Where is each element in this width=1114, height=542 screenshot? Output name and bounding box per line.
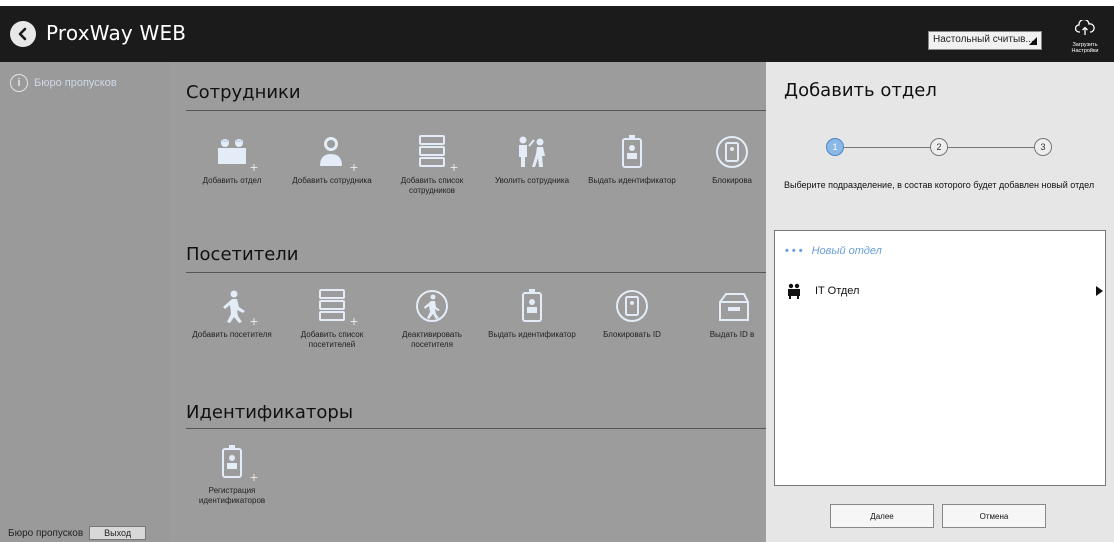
tile-label: Добавить посетителя (192, 330, 272, 339)
step-1: 1 (826, 138, 844, 156)
section-title-visitors: Посетители (186, 244, 299, 265)
deactivate-visitor-icon (412, 288, 452, 326)
tile-label: Уволить сотрудника (494, 176, 570, 185)
department-icon (788, 283, 800, 299)
tile-issue-id-box[interactable]: Выдать ID в (684, 288, 766, 340)
sidebar: i Бюро пропусков Бюро пропусков Выход (0, 62, 170, 542)
add-department-icon: + (212, 134, 258, 174)
dropdown-caret-icon (1029, 37, 1037, 45)
sidebar-item-pass-bureau[interactable]: i Бюро пропусков (10, 74, 117, 92)
next-button[interactable]: Далее (830, 504, 934, 528)
step-2: 2 (930, 138, 948, 156)
panel-hint: Выберите подразделение, в состав которог… (784, 180, 1095, 190)
sidebar-item-label: Бюро пропусков (34, 77, 117, 89)
issue-id-icon (612, 134, 652, 172)
tile-add-department[interactable]: + Добавить отдел (184, 134, 280, 186)
reader-select[interactable]: Настольный считыв... (928, 31, 1042, 50)
top-bar: ProxWay WEB Настольный считыв... Загрузи… (0, 6, 1114, 62)
add-employee-list-icon: + (412, 134, 458, 174)
list-item[interactable]: IT Отдел (787, 281, 1103, 301)
register-id-icon: + (212, 444, 258, 484)
app-window: ProxWay WEB Настольный считыв... Загрузи… (0, 0, 1114, 542)
tile-add-visitor-list[interactable]: + Добавить список посетителей (284, 288, 380, 350)
dismiss-employee-icon (512, 134, 552, 172)
department-list: ••• Новый отдел IT Отдел (774, 230, 1106, 486)
ellipsis-icon: ••• (785, 245, 806, 257)
tile-block-id-visitor[interactable]: Блокировать ID (584, 288, 680, 340)
id-box-icon (712, 288, 752, 326)
tile-label: Блокирова (712, 176, 752, 185)
tile-register-id[interactable]: + Регистрация идентификаторов (184, 444, 280, 506)
panel-title: Добавить отдел (784, 80, 937, 101)
add-visitor-icon: + (212, 288, 258, 328)
step-3: 3 (1034, 138, 1052, 156)
tile-label: Блокировать ID (603, 330, 661, 339)
expand-arrow-icon[interactable] (1096, 286, 1103, 296)
tile-issue-id[interactable]: Выдать идентификатор (584, 134, 680, 186)
add-visitor-list-icon: + (312, 288, 358, 328)
tile-label: Добавить отдел (202, 176, 262, 185)
section-title-identifiers: Идентификаторы (186, 402, 354, 423)
tile-issue-id-visitor[interactable]: Выдать идентификатор (484, 288, 580, 340)
cloud-upload-icon (1074, 18, 1095, 35)
tile-deactivate-visitor[interactable]: Деактивировать посетителя (384, 288, 480, 350)
main-content: Сотрудники + Добавить отдел + Добавить с… (170, 62, 766, 542)
tile-label: Добавить список посетителей (300, 330, 364, 349)
tile-label: Добавить сотрудника (292, 176, 372, 185)
tile-dismiss-employee[interactable]: Уволить сотрудника (484, 134, 580, 186)
section-divider (186, 272, 766, 273)
tile-label: Выдать идентификатор (488, 330, 576, 339)
tile-label: Выдать идентификатор (588, 176, 676, 185)
issue-id-icon (512, 288, 552, 326)
new-department-item[interactable]: ••• Новый отдел (785, 245, 882, 257)
tile-block-id[interactable]: Блокирова (684, 134, 766, 186)
add-department-panel: Добавить отдел 1 2 3 Выберите подразделе… (766, 62, 1114, 542)
stepper-line (948, 147, 1034, 148)
tile-add-employee[interactable]: + Добавить сотрудника (284, 134, 380, 186)
wizard-stepper: 1 2 3 (826, 138, 1052, 158)
section-title-employees: Сотрудники (186, 82, 301, 103)
upload-settings-button[interactable]: Загрузить Настройки (1063, 18, 1107, 60)
block-id-icon (712, 134, 752, 172)
app-title: ProxWay WEB (46, 21, 187, 45)
tile-add-employee-list[interactable]: + Добавить список сотрудников (384, 134, 480, 196)
section-divider (186, 428, 766, 429)
reader-select-value: Настольный считыв... (933, 34, 1034, 45)
tile-label: Деактивировать посетителя (402, 330, 462, 349)
sidebar-footer: Бюро пропусков Выход (8, 526, 147, 540)
tile-label: Добавить список сотрудников (400, 176, 464, 195)
info-icon: i (10, 74, 28, 92)
block-id-icon (612, 288, 652, 326)
list-item-label: IT Отдел (815, 285, 860, 297)
section-divider (186, 110, 766, 111)
back-arrow-icon (18, 27, 27, 41)
cancel-button[interactable]: Отмена (942, 504, 1046, 528)
back-button[interactable] (10, 21, 36, 47)
logout-button[interactable]: Выход (89, 526, 147, 540)
new-department-label: Новый отдел (811, 245, 882, 257)
stepper-line (844, 147, 930, 148)
add-employee-icon: + (312, 134, 358, 174)
tile-add-visitor[interactable]: + Добавить посетителя (184, 288, 280, 340)
current-user-label: Бюро пропусков (8, 527, 84, 539)
tile-label: Выдать ID в (709, 330, 755, 339)
upload-settings-label: Загрузить Настройки (1071, 42, 1099, 54)
tile-label: Регистрация идентификаторов (198, 486, 266, 505)
